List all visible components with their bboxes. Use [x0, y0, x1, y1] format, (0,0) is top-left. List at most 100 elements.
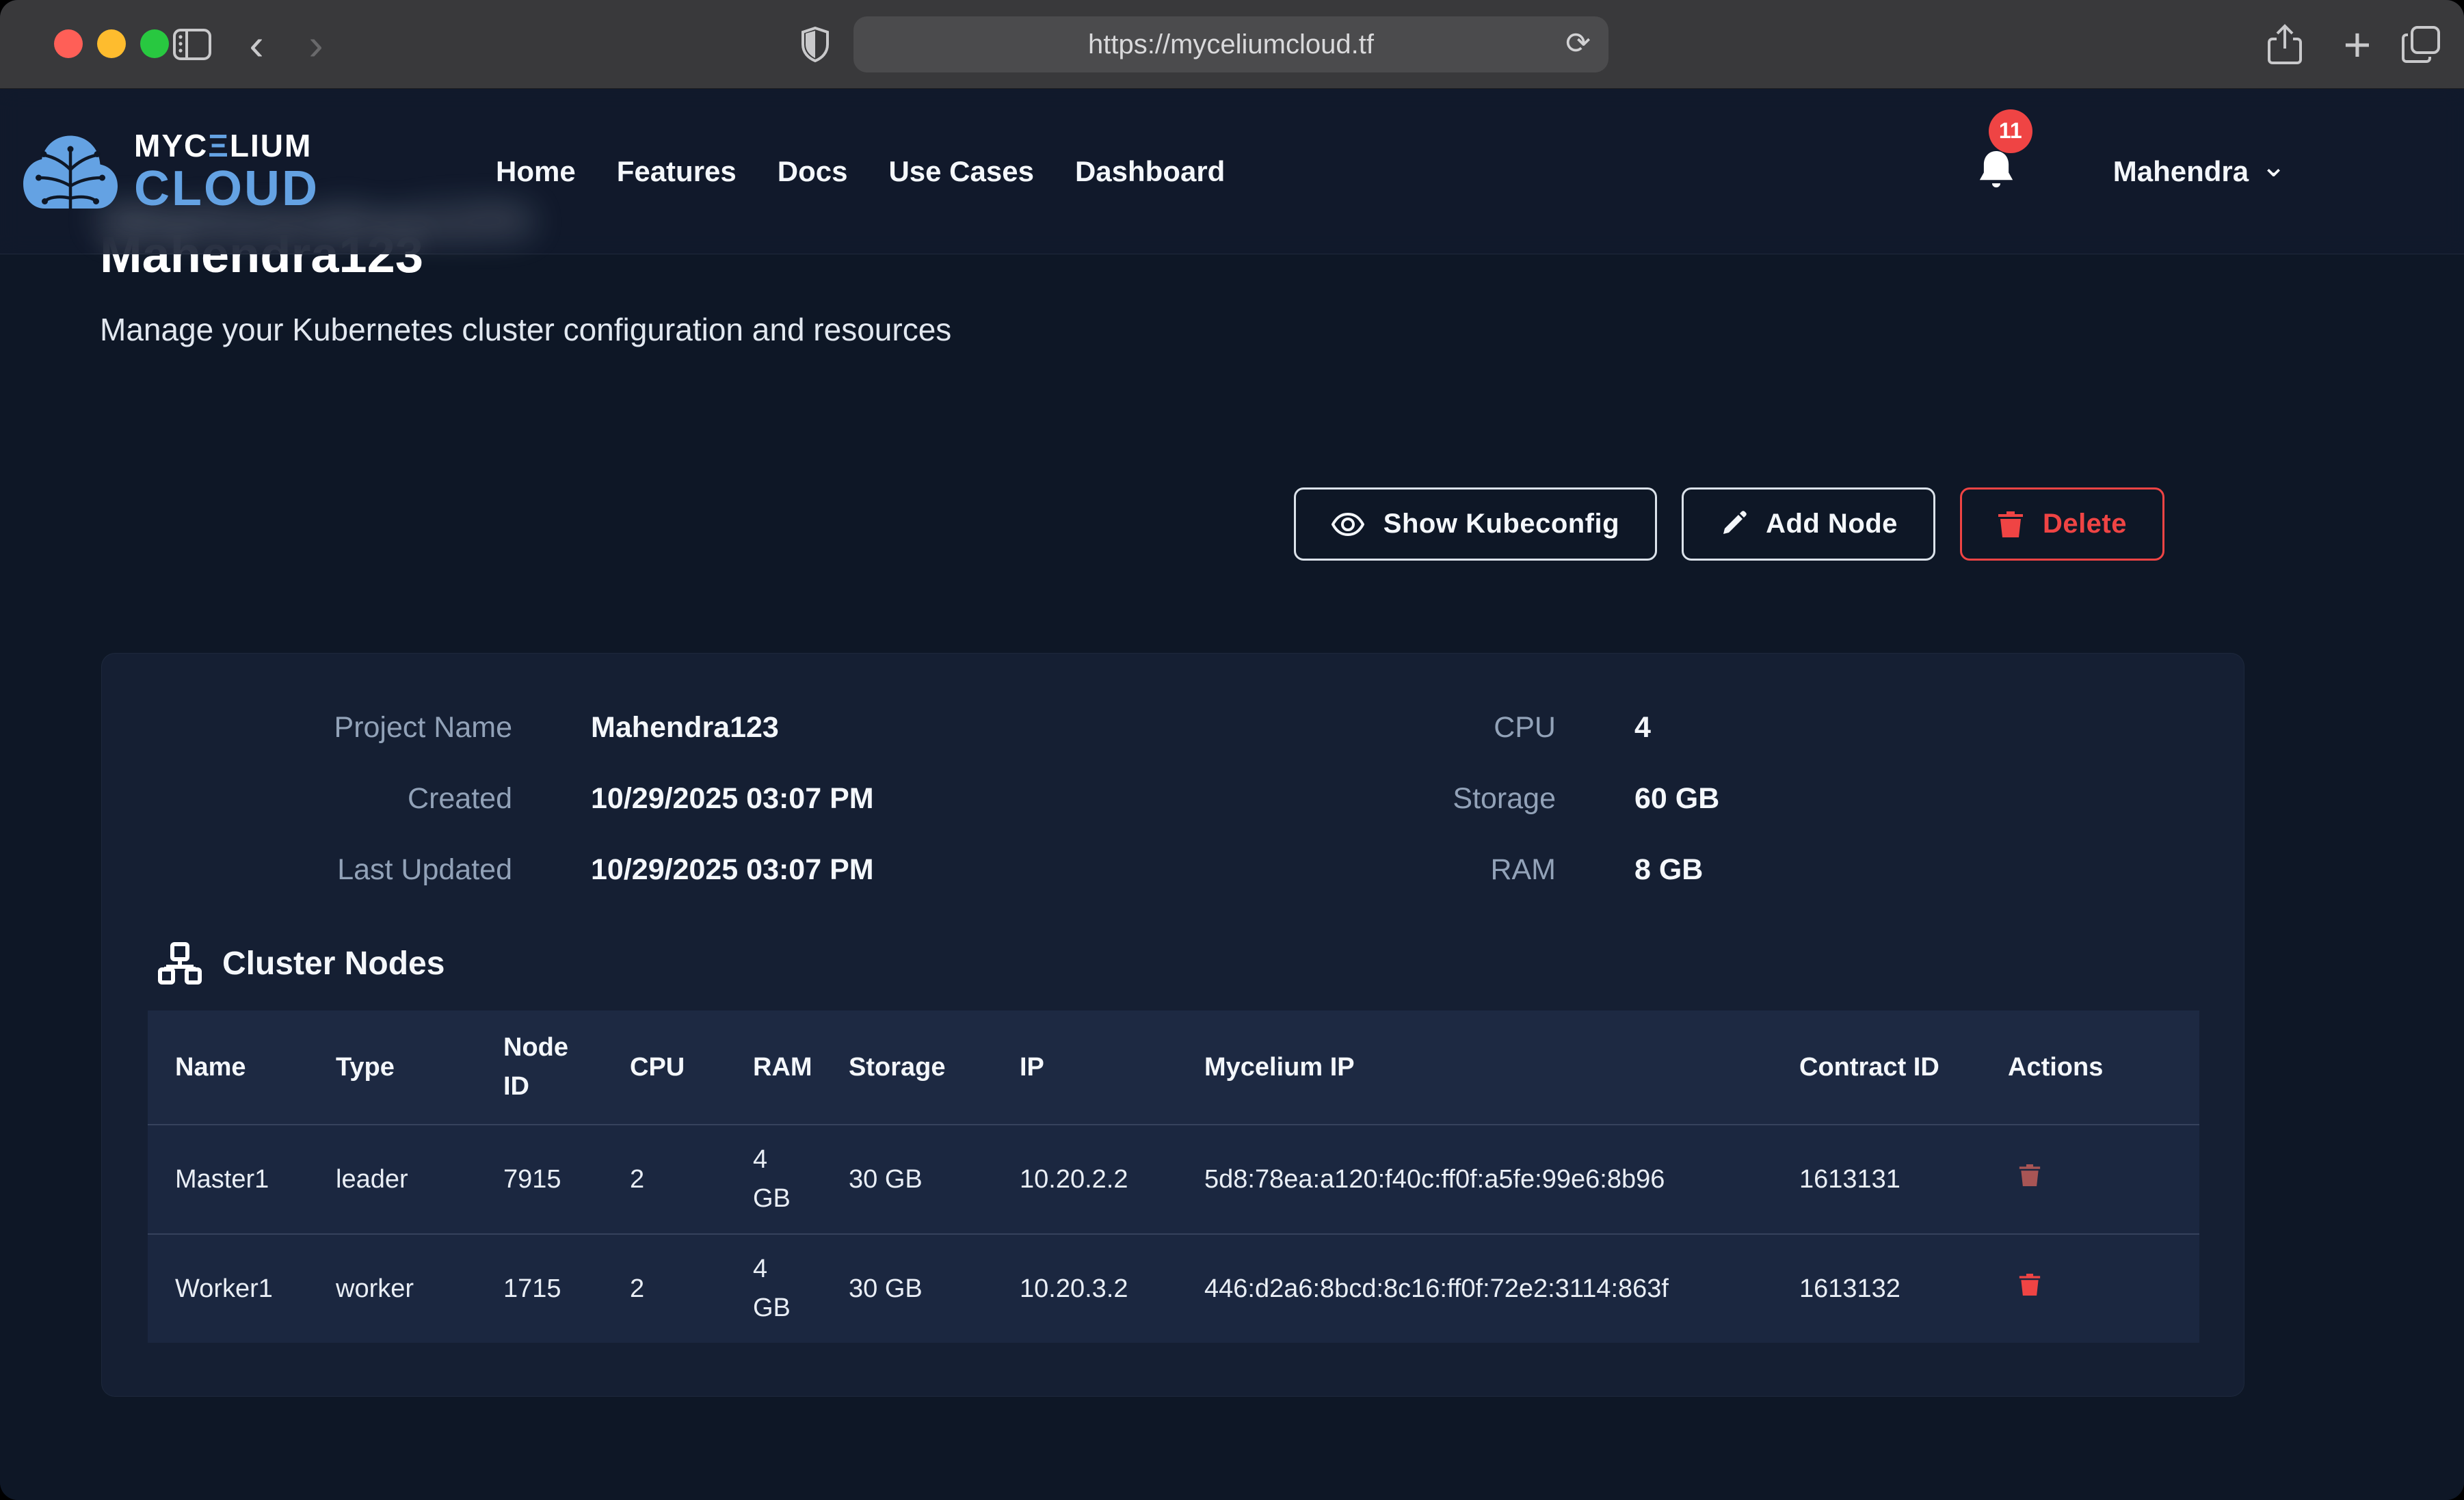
zoom-window-button[interactable] — [140, 29, 169, 58]
delete-node-button[interactable] — [2008, 1163, 2041, 1190]
info-label-cpu: CPU — [1200, 692, 1556, 763]
info-label-last-updated: Last Updated — [102, 834, 512, 905]
cell-node-id: 7915 — [476, 1125, 602, 1234]
page-subtitle: Manage your Kubernetes cluster configura… — [100, 311, 951, 348]
cell-ram: 4 GB — [726, 1125, 821, 1234]
user-name: Mahendra — [2113, 155, 2249, 188]
cell-contract-id: 1613132 — [1772, 1234, 1981, 1343]
chevron-down-icon: ⌄ — [2261, 158, 2286, 176]
brand-wordmark: MYCΞLIUM CLOUD — [134, 130, 319, 213]
cloud-tree-icon — [19, 124, 122, 219]
browser-chrome: ‹ › https://myceliumcloud.tf ⟳ + — [0, 0, 2464, 89]
cell-type: leader — [308, 1125, 476, 1234]
table-header-row: Name Type Node ID CPU RAM Storage IP Myc… — [148, 1010, 2199, 1125]
trash-icon — [1998, 510, 2024, 539]
cluster-nodes-header: Cluster Nodes — [158, 942, 2244, 985]
nav-item-use-cases[interactable]: Use Cases — [888, 155, 1033, 188]
cluster-nodes-table: Name Type Node ID CPU RAM Storage IP Myc… — [148, 1010, 2199, 1343]
table-row: Master1 leader 7915 2 4 GB 30 GB 10.20.2… — [148, 1125, 2199, 1234]
user-menu[interactable]: Mahendra ⌄ — [2113, 155, 2286, 188]
page-viewport: Mahendra123 Mahendra123 — [0, 89, 2464, 1500]
cell-actions — [1981, 1125, 2199, 1234]
cell-actions — [1981, 1234, 2199, 1343]
bell-icon — [1976, 148, 2016, 194]
nav-item-home[interactable]: Home — [496, 155, 576, 188]
info-label-created: Created — [102, 763, 512, 834]
logo-line1-post: LIUM — [230, 128, 312, 163]
cell-contract-id: 1613131 — [1772, 1125, 1981, 1234]
new-tab-icon[interactable]: + — [2333, 0, 2381, 89]
cell-cpu: 2 — [602, 1234, 726, 1343]
col-header-actions: Actions — [1981, 1010, 2199, 1125]
nav-item-dashboard[interactable]: Dashboard — [1075, 155, 1225, 188]
cell-mycelium-ip: 5d8:78ea:a120:f40c:ff0f:a5fe:99e6:8b96 — [1177, 1125, 1772, 1234]
cell-name: Master1 — [148, 1125, 308, 1234]
cell-ram: 4 GB — [726, 1234, 821, 1343]
notifications-button[interactable]: 11 — [1976, 148, 2017, 196]
trash-icon — [2019, 1272, 2041, 1297]
col-header-storage: Storage — [821, 1010, 992, 1125]
cell-storage: 30 GB — [821, 1125, 992, 1234]
cell-cpu: 2 — [602, 1125, 726, 1234]
logo-line1-e: Ξ — [208, 128, 230, 163]
cell-storage: 30 GB — [821, 1234, 992, 1343]
delete-node-button[interactable] — [2008, 1272, 2041, 1299]
table-row: Worker1 worker 1715 2 4 GB 30 GB 10.20.3… — [148, 1234, 2199, 1343]
col-header-mycelium-ip: Mycelium IP — [1177, 1010, 1772, 1125]
notification-badge: 11 — [1989, 109, 2032, 153]
privacy-shield-icon[interactable] — [795, 0, 836, 89]
cell-ip: 10.20.2.2 — [992, 1125, 1177, 1234]
share-icon[interactable] — [2261, 0, 2309, 89]
add-node-button[interactable]: Add Node — [1682, 487, 1935, 561]
cluster-nodes-title: Cluster Nodes — [222, 945, 445, 982]
main-nav: Home Features Docs Use Cases Dashboard — [496, 155, 1225, 188]
forward-button[interactable]: › — [295, 0, 336, 89]
col-header-cpu: CPU — [602, 1010, 726, 1125]
col-header-node-id: Node ID — [476, 1010, 602, 1125]
col-header-ip: IP — [992, 1010, 1177, 1125]
window-controls — [54, 29, 169, 58]
cluster-actions: Show Kubeconfig Add Node Delete — [1294, 487, 2164, 561]
nav-item-docs[interactable]: Docs — [778, 155, 848, 188]
cell-ip: 10.20.3.2 — [992, 1234, 1177, 1343]
info-value-last-updated: 10/29/2025 03:07 PM — [512, 834, 1200, 905]
cell-mycelium-ip: 446:d2a6:8bcd:8c16:ff0f:72e2:3114:863f — [1177, 1234, 1772, 1343]
nav-item-features[interactable]: Features — [617, 155, 737, 188]
cell-node-id: 1715 — [476, 1234, 602, 1343]
col-header-type: Type — [308, 1010, 476, 1125]
info-label-project-name: Project Name — [102, 692, 512, 763]
cluster-details-panel: Project Name Mahendra123 CPU 4 Created 1… — [101, 653, 2244, 1397]
sidebar-toggle-icon[interactable] — [170, 0, 215, 89]
reload-icon[interactable]: ⟳ — [1565, 26, 1591, 61]
info-label-storage: Storage — [1200, 763, 1556, 834]
address-bar[interactable]: https://myceliumcloud.tf ⟳ — [853, 16, 1608, 72]
trash-icon — [2019, 1163, 2041, 1188]
info-value-ram: 8 GB — [1556, 834, 2244, 905]
back-button[interactable]: ‹ — [236, 0, 277, 89]
url-text: https://myceliumcloud.tf — [1088, 29, 1374, 60]
cell-type: worker — [308, 1234, 476, 1343]
brand-logo[interactable]: MYCΞLIUM CLOUD — [19, 124, 319, 219]
info-value-project-name: Mahendra123 — [512, 692, 1200, 763]
col-header-contract-id: Contract ID — [1772, 1010, 1981, 1125]
show-kubeconfig-button[interactable]: Show Kubeconfig — [1294, 487, 1657, 561]
site-navbar: Mahendra123 — [0, 89, 2464, 254]
info-value-cpu: 4 — [1556, 692, 2244, 763]
col-header-ram: RAM — [726, 1010, 821, 1125]
close-window-button[interactable] — [54, 29, 83, 58]
info-value-storage: 60 GB — [1556, 763, 2244, 834]
project-info-grid: Project Name Mahendra123 CPU 4 Created 1… — [102, 692, 2244, 905]
info-value-created: 10/29/2025 03:07 PM — [512, 763, 1200, 834]
minimize-window-button[interactable] — [97, 29, 126, 58]
pencil-icon — [1719, 511, 1747, 538]
info-label-ram: RAM — [1200, 834, 1556, 905]
eye-icon — [1332, 513, 1364, 536]
tab-overview-icon[interactable] — [2395, 0, 2447, 89]
logo-line1-pre: MYC — [134, 128, 208, 163]
delete-cluster-button[interactable]: Delete — [1960, 487, 2164, 561]
cluster-nodes-icon — [158, 942, 202, 985]
logo-line2: CLOUD — [134, 164, 319, 213]
browser-window: ‹ › https://myceliumcloud.tf ⟳ + — [0, 0, 2464, 1500]
col-header-name: Name — [148, 1010, 308, 1125]
cell-name: Worker1 — [148, 1234, 308, 1343]
